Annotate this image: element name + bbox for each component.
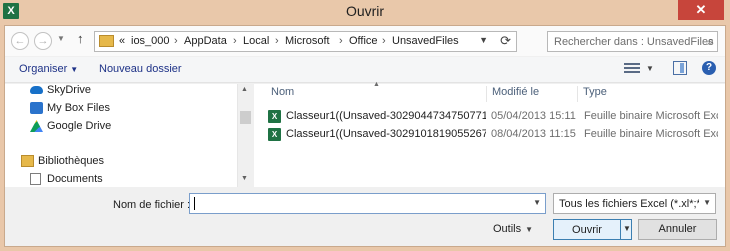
sidebar-item-label: Documents (47, 173, 103, 185)
breadcrumb-separator[interactable]: › (382, 35, 386, 47)
forward-button[interactable]: → (34, 32, 52, 50)
breadcrumb-separator[interactable]: › (174, 35, 178, 47)
refresh-icon[interactable]: ⟳ (500, 33, 511, 49)
window-title: Ouvrir (345, 3, 385, 19)
navigation-pane: SkyDrive My Box Files Google Drive Bibli… (5, 84, 252, 187)
tools-label: Outils (493, 223, 522, 235)
back-button[interactable]: ← (11, 32, 29, 50)
chevron-down-icon: ▼ (525, 225, 534, 234)
file-name: Classeur1((Unsaved-302904473475077163... (286, 110, 486, 122)
file-type: Feuille binaire Microsoft Excel (584, 110, 718, 122)
scroll-down-icon[interactable]: ▼ (241, 175, 248, 182)
text-cursor (194, 197, 195, 210)
view-chevron-down-icon[interactable]: ▼ (646, 64, 654, 73)
organize-label: Organiser (19, 63, 68, 75)
breadcrumb-overflow[interactable]: « (119, 35, 125, 47)
chevron-down-icon: ▼ (70, 65, 79, 74)
breadcrumb-microsoft[interactable]: Microsoft (285, 35, 330, 47)
filename-label: Nom de fichier : (113, 199, 191, 211)
navigation-scrollbar[interactable]: ▲ ▼ (237, 84, 252, 187)
file-name: Classeur1((Unsaved-302910181905526749... (286, 128, 486, 140)
scroll-up-icon[interactable]: ▲ (241, 86, 248, 93)
new-folder-button[interactable]: Nouveau dossier (99, 63, 182, 75)
title-bar: X Ouvrir ✕ (0, 0, 730, 25)
folder-icon (99, 35, 114, 47)
recent-locations-chevron-icon[interactable]: ▼ (57, 34, 65, 43)
search-input[interactable]: Rechercher dans : UnsavedFiles ⌕ (547, 31, 718, 52)
column-header-name[interactable]: Nom (271, 86, 294, 104)
help-icon[interactable]: ? (702, 61, 716, 75)
excel-file-icon: X (268, 110, 281, 123)
column-divider[interactable] (577, 86, 578, 102)
breadcrumb-office[interactable]: Office (349, 35, 378, 47)
cloud-icon (30, 86, 43, 94)
address-dropdown-chevron-icon[interactable]: ▼ (479, 35, 488, 45)
sidebar-item-label: My Box Files (47, 102, 110, 114)
organize-button[interactable]: Organiser ▼ (19, 63, 78, 75)
file-type: Feuille binaire Microsoft Excel (584, 128, 718, 140)
address-row: ← → ▼ ↑ « ios_000 › AppData › Local › Mi… (5, 26, 725, 56)
breadcrumb-separator[interactable]: › (275, 35, 279, 47)
documents-icon (30, 173, 41, 185)
sort-ascending-icon: ▲ (373, 81, 380, 88)
search-placeholder: Rechercher dans : UnsavedFiles (554, 36, 714, 48)
split-divider (620, 220, 621, 239)
preview-pane-icon[interactable] (673, 61, 687, 75)
google-drive-icon (30, 120, 43, 132)
file-modified: 08/04/2013 11:15 (491, 128, 576, 140)
file-row[interactable]: X Classeur1((Unsaved-302910181905526749.… (268, 126, 718, 144)
sidebar-item-label: Bibliothèques (38, 155, 105, 167)
dialog-body: ← → ▼ ↑ « ios_000 › AppData › Local › Mi… (4, 25, 726, 247)
file-type-filter-value: Tous les fichiers Excel (*.xl*;*.xls (559, 198, 699, 210)
scroll-thumb[interactable] (240, 111, 251, 124)
address-bar[interactable]: « ios_000 › AppData › Local › Microsoft … (94, 31, 517, 52)
tools-button[interactable]: Outils ▼ (493, 223, 533, 235)
filter-chevron-down-icon[interactable]: ▼ (703, 198, 711, 207)
view-options-icon[interactable] (624, 61, 640, 75)
breadcrumb-separator[interactable]: › (339, 35, 343, 47)
filename-input[interactable]: ▼ (189, 193, 546, 214)
libraries-icon (21, 155, 34, 167)
footer-panel: Nom de fichier : ▼ Tous les fichiers Exc… (5, 187, 725, 246)
open-label: Ouvrir (572, 224, 602, 236)
up-button[interactable]: ↑ (77, 31, 84, 46)
box-icon (30, 102, 43, 114)
column-header-type[interactable]: Type (583, 86, 607, 104)
file-row[interactable]: X Classeur1((Unsaved-302904473475077163.… (268, 108, 718, 126)
breadcrumb-appdata[interactable]: AppData (184, 35, 227, 47)
sidebar-item-label: Google Drive (47, 120, 112, 132)
close-button[interactable]: ✕ (678, 0, 724, 20)
file-type-filter[interactable]: Tous les fichiers Excel (*.xl*;*.xls ▼ (553, 193, 716, 214)
breadcrumb-unsavedfiles[interactable]: UnsavedFiles (392, 35, 459, 47)
open-options-chevron-icon[interactable]: ▼ (623, 224, 631, 233)
excel-file-icon: X (268, 128, 281, 141)
search-icon[interactable]: ⌕ (707, 34, 714, 49)
file-modified: 05/04/2013 15:11 (491, 110, 576, 122)
file-list: Nom ▲ Modifié le Type X Classeur1((Unsav… (254, 81, 725, 211)
breadcrumb-local[interactable]: Local (243, 35, 269, 47)
filename-dropdown-chevron-icon[interactable]: ▼ (533, 198, 541, 207)
column-divider[interactable] (486, 86, 487, 102)
command-bar: Organiser ▼ Nouveau dossier ▼ ? (5, 57, 725, 83)
breadcrumb-separator[interactable]: › (233, 35, 237, 47)
column-header-modified[interactable]: Modifié le (492, 86, 539, 104)
open-button[interactable]: Ouvrir ▼ (553, 219, 632, 240)
sidebar-item-label: SkyDrive (47, 84, 92, 96)
breadcrumb-ios-000[interactable]: ios_000 (131, 35, 170, 47)
cancel-button[interactable]: Annuler (638, 219, 717, 240)
